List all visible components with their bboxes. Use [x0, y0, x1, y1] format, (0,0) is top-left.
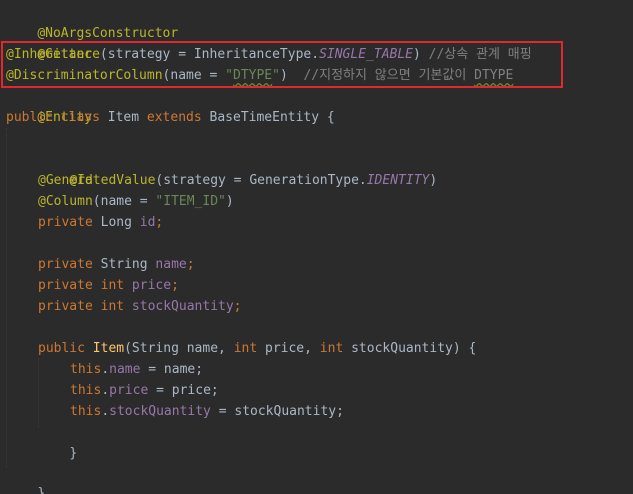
code-text: = name; [140, 362, 204, 377]
code-text: = stockQuantity; [210, 404, 344, 419]
code-line-6[interactable]: public class Item extends BaseTimeEntity… [6, 107, 335, 128]
code-text: . [101, 404, 110, 419]
keyword: private int [38, 299, 132, 314]
code-line-11[interactable]: private Long id; [38, 212, 163, 233]
code-line-1[interactable]: @NoArgsConstructor [6, 2, 178, 41]
code-text: ) [429, 173, 438, 188]
field-name: stockQuantity [109, 404, 211, 419]
code-line-9[interactable]: @GeneratedValue(strategy = GenerationTyp… [38, 170, 437, 191]
keyword: private [38, 215, 101, 230]
code-line-10[interactable]: @Column(name = "ITEM_ID") [38, 191, 234, 212]
highlight-box [1, 41, 563, 88]
keyword: private int [38, 278, 132, 293]
indent-guide [38, 358, 39, 428]
code-line-19[interactable]: this.price = price; [70, 380, 219, 401]
code-editor[interactable]: @NoArgsConstructor @Getter @Inheritance(… [0, 0, 633, 494]
keyword: public [38, 341, 93, 356]
field-name: stockQuantity [131, 299, 234, 314]
semicolon: ; [233, 299, 242, 314]
code-text: . [101, 362, 110, 377]
enum-constant: IDENTITY [366, 173, 430, 188]
semicolon: ; [171, 278, 179, 293]
keyword: private [38, 257, 101, 272]
code-line-8[interactable]: @Id [38, 149, 92, 188]
field-name: name [109, 362, 141, 377]
code-text: BaseTimeEntity { [209, 110, 335, 125]
keyword: this [70, 362, 102, 377]
semicolon: ; [155, 215, 164, 230]
code-text: (String name, [124, 341, 234, 356]
code-text: ) [225, 194, 234, 209]
annotation: @Column [38, 194, 93, 209]
closing-brace: } [69, 446, 78, 461]
keyword: this [70, 383, 102, 398]
code-text: price, [265, 341, 320, 356]
string-literal: "ITEM_ID" [155, 194, 226, 209]
class-name: Item [107, 110, 147, 125]
field-name: price [131, 278, 172, 293]
code-line-14[interactable]: private int price; [38, 275, 179, 296]
constructor-name: Item [92, 341, 125, 356]
type-name: String [100, 257, 156, 272]
field-name: price [109, 383, 149, 398]
code-text: . [101, 383, 110, 398]
code-line-5[interactable]: @Entity [6, 86, 92, 125]
code-text: = price; [148, 383, 219, 398]
field-name: id [139, 215, 156, 230]
code-line-13[interactable]: private String name; [38, 254, 195, 275]
code-text: (strategy = GenerationType. [155, 173, 367, 188]
keyword: this [70, 404, 102, 419]
code-line-15[interactable]: private int stockQuantity; [38, 296, 242, 317]
field-name: name [155, 257, 187, 272]
keyword: extends [146, 110, 210, 125]
keyword: public class [6, 110, 108, 125]
closing-brace: } [37, 486, 46, 494]
code-line-17[interactable]: public Item(String name, int price, int … [38, 338, 476, 359]
annotation: @GeneratedValue [38, 173, 156, 188]
semicolon: ; [186, 257, 195, 272]
code-line-18[interactable]: this.name = name; [70, 359, 203, 380]
indent-guide [6, 128, 7, 468]
code-line-23[interactable]: } [6, 462, 45, 494]
code-line-21[interactable]: } [38, 422, 77, 461]
code-text: (name = [92, 194, 156, 209]
code-text: stockQuantity) { [351, 341, 477, 356]
keyword: int [319, 341, 352, 356]
code-line-20[interactable]: this.stockQuantity = stockQuantity; [70, 401, 344, 422]
keyword: int [233, 341, 265, 356]
type-name: Long [100, 215, 140, 230]
